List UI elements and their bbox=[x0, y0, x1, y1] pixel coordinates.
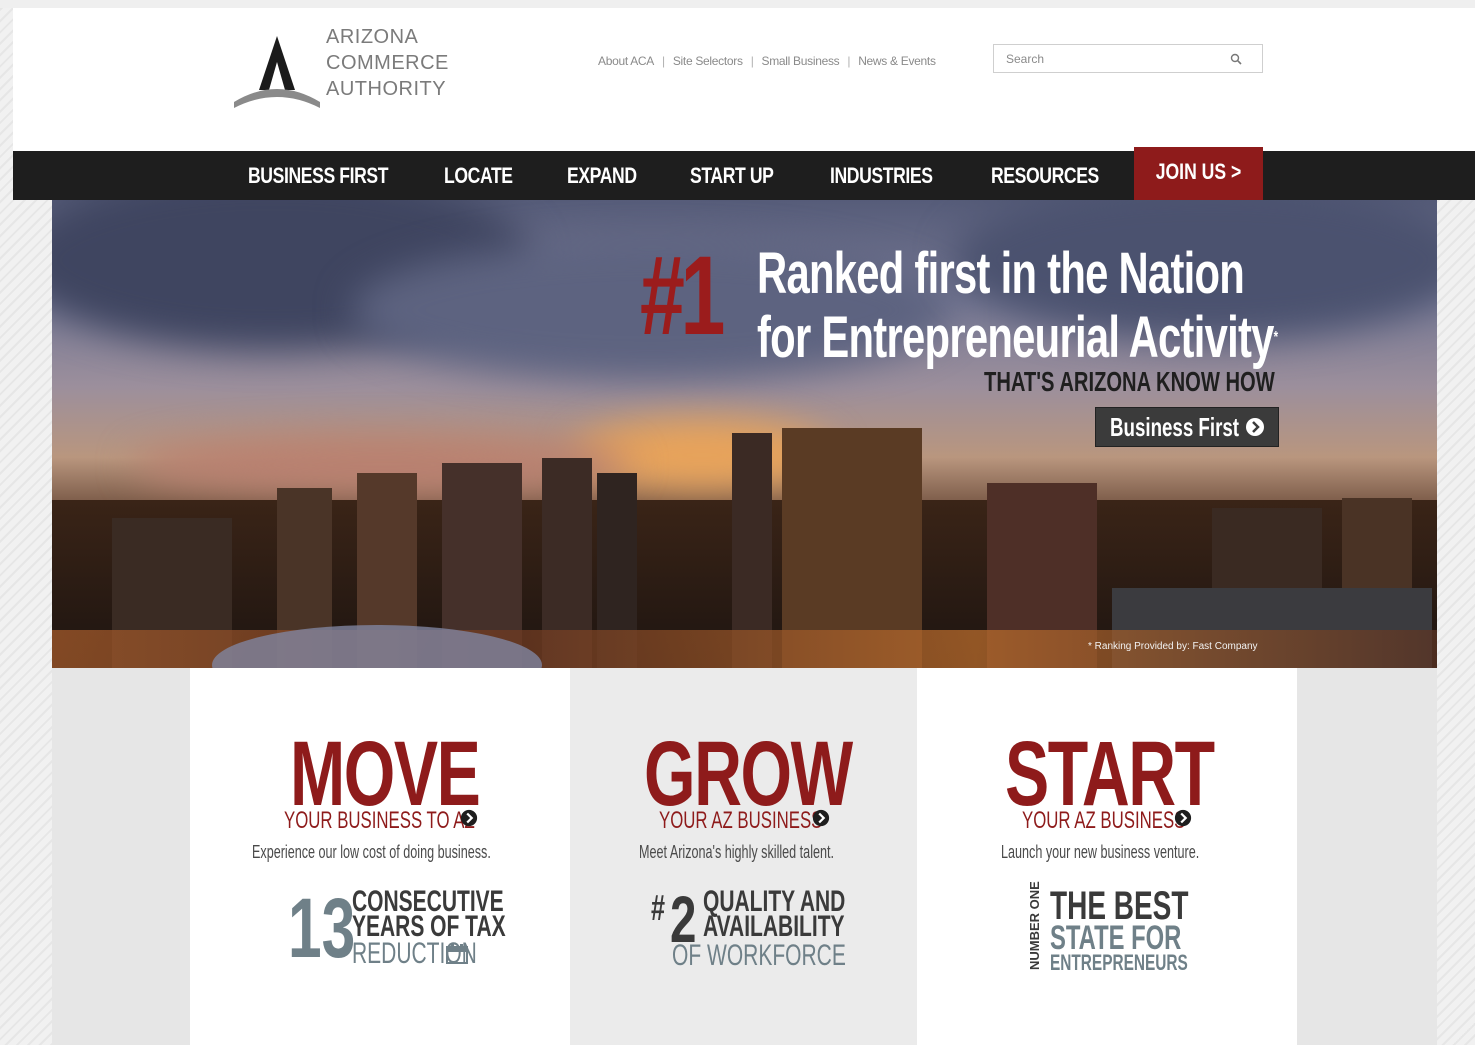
nav-item-expand[interactable]: EXPAND bbox=[567, 151, 637, 200]
grow-stat-prefix: # bbox=[651, 887, 666, 928]
panel-gutter-left bbox=[52, 668, 190, 1045]
aca-a-mark-icon bbox=[234, 36, 320, 108]
arrow-circle-icon[interactable] bbox=[460, 809, 478, 827]
hero-headline-line-1: Ranked first in the Nation bbox=[757, 241, 1245, 306]
nav-item-business-first[interactable]: BUSINESS FIRST bbox=[248, 151, 389, 200]
start-stat-line-3: ENTREPRENEURS bbox=[1050, 950, 1188, 975]
start-stat-side-label: NUMBER ONE bbox=[1027, 881, 1042, 970]
ranking-credit: * Ranking Provided by: Fast Company bbox=[1088, 641, 1258, 652]
grow-subline[interactable]: YOUR AZ BUSINESS bbox=[659, 807, 822, 835]
business-first-label: Business First bbox=[1110, 412, 1240, 442]
move-subline[interactable]: YOUR BUSINESS TO AZ bbox=[284, 807, 475, 835]
utility-separator: | bbox=[662, 54, 665, 68]
hero-number-one: #1 bbox=[640, 233, 725, 358]
utility-link-site-selectors[interactable]: Site Selectors bbox=[673, 54, 743, 68]
panel-gutter-right bbox=[1297, 668, 1437, 1045]
utility-separator: | bbox=[750, 54, 754, 68]
move-stat-number: 13 bbox=[288, 881, 356, 975]
utility-separator: | bbox=[847, 54, 851, 68]
grow-description: Meet Arizona's highly skilled talent. bbox=[639, 842, 835, 862]
grow-stat-line-3: OF WORKFORCE bbox=[672, 939, 846, 972]
aca-logo[interactable]: ARIZONA COMMERCE AUTHORITY bbox=[232, 24, 462, 110]
search-icon[interactable] bbox=[1230, 53, 1242, 65]
nav-item-start-up[interactable]: START UP bbox=[690, 151, 774, 200]
calendar-icon bbox=[446, 944, 468, 964]
logo-line-2: COMMERCE bbox=[326, 52, 449, 74]
hero-headline-text: for Entrepreneurial Activity bbox=[757, 305, 1274, 370]
hero-tagline: THAT'S ARIZONA KNOW HOW bbox=[984, 366, 1275, 397]
hero-asterisk: * bbox=[1273, 329, 1279, 346]
search-box[interactable]: Search bbox=[993, 44, 1263, 73]
nav-item-resources[interactable]: RESOURCES bbox=[991, 151, 1099, 200]
nav-item-locate[interactable]: LOCATE bbox=[444, 151, 513, 200]
browser-top-edge bbox=[0, 0, 1475, 8]
arrow-circle-icon[interactable] bbox=[1174, 809, 1192, 827]
logo-line-1: ARIZONA bbox=[326, 26, 419, 48]
hero-headline-line-2: for Entrepreneurial Activity* bbox=[757, 305, 1279, 370]
utility-link-small-business[interactable]: Small Business bbox=[762, 54, 840, 68]
utility-nav: About ACA | Site Selectors | Small Busin… bbox=[598, 52, 936, 70]
start-description: Launch your new business venture. bbox=[1001, 842, 1200, 862]
start-subline[interactable]: YOUR AZ BUSINESS bbox=[1022, 807, 1185, 835]
join-us-button[interactable]: JOIN US > bbox=[1134, 147, 1263, 200]
search-input[interactable]: Search bbox=[1006, 52, 1044, 66]
utility-link-news-events[interactable]: News & Events bbox=[858, 54, 936, 68]
utility-link-about[interactable]: About ACA bbox=[598, 54, 654, 68]
arrow-circle-icon[interactable] bbox=[1245, 417, 1265, 437]
grow-stat-line-2: AVAILABILITY bbox=[703, 910, 845, 943]
logo-wordmark: ARIZONA COMMERCE AUTHORITY bbox=[326, 24, 466, 102]
arrow-circle-icon[interactable] bbox=[812, 809, 830, 827]
join-us-label: JOIN US > bbox=[1155, 159, 1242, 184]
move-description: Experience our low cost of doing busines… bbox=[252, 842, 491, 862]
logo-line-3: AUTHORITY bbox=[326, 78, 447, 100]
nav-item-industries[interactable]: INDUSTRIES bbox=[830, 151, 933, 200]
